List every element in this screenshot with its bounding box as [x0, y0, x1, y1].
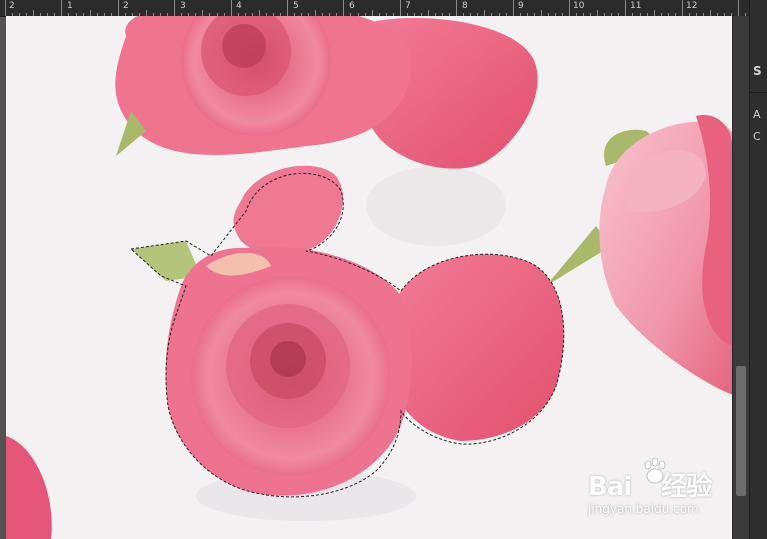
- ruler-label: 1: [67, 1, 73, 11]
- ruler-label: 8: [462, 1, 468, 11]
- vertical-scrollbar[interactable]: [732, 16, 750, 539]
- right-rose: [546, 115, 732, 395]
- panel-letter: A: [753, 108, 761, 121]
- baidu-site-text: jingyan.baidu.com: [588, 502, 699, 516]
- panel-letter: C: [753, 130, 761, 143]
- baidu-logo: Bai 经验: [588, 466, 712, 503]
- ruler-label: 9: [518, 1, 524, 11]
- ruler-label: 3: [180, 1, 186, 11]
- ruler-label: 5: [293, 1, 299, 11]
- baidu-logo-suffix: 经验: [661, 472, 712, 502]
- ruler-label: 7: [405, 1, 411, 11]
- photoshop-window: 2 1 2 3 4 5 6 7 8 9 10 11 12 Bai 经验 jing…: [0, 0, 767, 539]
- right-panel: S A C: [749, 0, 767, 539]
- top-rose: [115, 16, 538, 169]
- ruler-label: 4: [236, 1, 242, 11]
- panel-tab-label: S: [753, 64, 762, 78]
- panel-tab-s[interactable]: S: [750, 52, 767, 93]
- scrollbar-thumb[interactable]: [736, 366, 746, 496]
- ruler-label: 2: [9, 1, 15, 11]
- ruler-label: 12: [686, 1, 698, 11]
- bottom-left-rose: [6, 436, 52, 539]
- ruler-label: 11: [630, 1, 642, 11]
- baidu-logo-text: Bai: [588, 472, 632, 502]
- ruler-label: 6: [349, 1, 355, 11]
- ruler-label: 2: [123, 1, 129, 11]
- panel-tab-1[interactable]: [750, 26, 767, 53]
- ruler-label: 10: [573, 1, 585, 11]
- horizontal-ruler: 2 1 2 3 4 5 6 7 8 9 10 11 12: [0, 0, 767, 17]
- baidu-watermark: Bai 经验 jingyan.baidu.com: [588, 456, 728, 526]
- panel-tab-top[interactable]: [750, 0, 767, 27]
